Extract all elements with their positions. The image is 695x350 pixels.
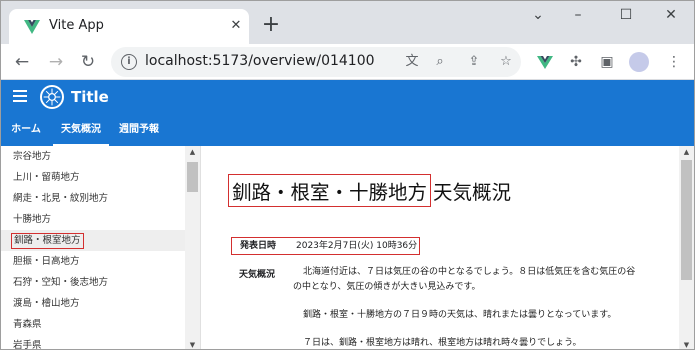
vue-devtools-icon[interactable] [536,53,554,71]
app-logo-icon [40,85,64,109]
region-list-item[interactable]: 胆振・日高地方 [1,251,185,272]
overview-paragraph: 釧路・根室・十勝地方の７日９時の天気は、晴れまたは曇りとなっています。 [303,310,617,320]
main-scrollbar[interactable]: ▲ ▼ [679,146,694,349]
region-list-item[interactable]: 上川・留萌地方 [1,167,185,188]
browser-window: Vite App ✕ + ⌄ – ☐ ✕ ← → ↻ i 文 ⌕ ⇪ ☆ ✣ ▣… [0,0,695,350]
zoom-icon[interactable]: ⌕ [431,53,449,71]
tab-strip: Vite App ✕ + ⌄ – ☐ ✕ [1,1,694,44]
share-icon[interactable]: ⇪ [465,53,483,71]
tab-weekly-forecast[interactable]: 週間予報 [111,116,167,146]
sidebar-scroll-thumb[interactable] [187,162,198,192]
new-tab-icon[interactable]: + [259,14,283,38]
back-arrow-icon[interactable]: ← [9,49,35,75]
translate-icon[interactable]: 文 [403,53,421,71]
scroll-up-icon[interactable]: ▲ [679,146,694,158]
close-tab-icon[interactable]: ✕ [227,17,245,35]
tab-weather-overview[interactable]: 天気概況 [53,116,109,146]
forward-arrow-icon[interactable]: → [43,49,69,75]
title-suffix: 天気概況 [433,181,512,204]
reload-icon[interactable]: ↻ [75,49,101,75]
overview-label: 天気概況 [239,270,276,280]
info-icon[interactable]: i [121,54,137,70]
overview-paragraph: ７日は、釧路・根室地方は晴れ、根室地方は晴れ時々曇りでしょう。 [303,338,582,348]
main-scroll-thumb[interactable] [681,160,692,280]
region-sidebar: 宗谷地方 上川・留萌地方 網走・北見・紋別地方 十勝地方 釧路・根室地方 胆振・… [1,146,201,349]
datetime-value: 2023年2月7日(火) 10時36分 [296,241,418,251]
minimize-icon[interactable]: – [563,7,593,27]
scroll-down-icon[interactable]: ▼ [185,339,200,349]
region-list: 宗谷地方 上川・留萌地方 網走・北見・紋別地方 十勝地方 釧路・根室地方 胆振・… [1,146,185,349]
issue-datetime: 発表日時 2023年2月7日(火) 10時36分 [231,237,420,255]
page-title: 釧路・根室・十勝地方 天気概況 [228,174,511,207]
chevron-down-icon[interactable]: ⌄ [523,7,553,27]
tab-home[interactable]: ホーム [1,116,51,146]
address-bar[interactable]: i 文 ⌕ ⇪ ☆ [111,47,521,77]
more-menu-icon[interactable]: ⋮ [665,53,683,71]
extensions-puzzle-icon[interactable]: ✣ [567,53,585,71]
url-input[interactable] [145,53,395,69]
side-panel-icon[interactable]: ▣ [598,53,616,71]
region-list-item-selected[interactable]: 釧路・根室地方 [1,230,185,251]
scroll-down-icon[interactable]: ▼ [679,339,694,349]
close-window-icon[interactable]: ✕ [656,7,686,27]
region-list-item[interactable]: 宗谷地方 [1,146,185,167]
maximize-icon[interactable]: ☐ [611,7,641,27]
sidebar-scrollbar[interactable]: ▲ ▼ [185,146,200,349]
hamburger-menu-icon[interactable] [13,90,27,104]
datetime-label: 発表日時 [240,241,277,251]
region-list-item[interactable]: 網走・北見・紋別地方 [1,188,185,209]
region-list-item[interactable]: 青森県 [1,314,185,335]
overview-paragraph: 北海道付近は、７日は気圧の谷の中となるでしょう。８日は低気圧を含む気圧の谷の中と… [293,267,636,292]
region-list-item[interactable]: 十勝地方 [1,209,185,230]
region-list-item[interactable]: 渡島・檜山地方 [1,293,185,314]
vite-favicon-icon [24,20,40,34]
app-title: Title [71,88,109,106]
bookmark-star-icon[interactable]: ☆ [497,53,515,71]
overview-text: 北海道付近は、７日は気圧の谷の中となるでしょう。８日は低気圧を含む気圧の谷の中と… [293,265,638,349]
scroll-up-icon[interactable]: ▲ [185,146,200,158]
app-bar: Title [1,80,694,116]
tab-title: Vite App [49,18,104,33]
main-content: 釧路・根室・十勝地方 天気概況 発表日時 2023年2月7日(火) 10時36分 … [201,146,694,349]
region-list-item[interactable]: 石狩・空知・後志地方 [1,272,185,293]
nav-tabs: ホーム 天気概況 週間予報 [1,116,694,146]
browser-toolbar: ← → ↻ i 文 ⌕ ⇪ ☆ ✣ ▣ ⋮ [1,44,694,80]
browser-tab[interactable]: Vite App ✕ [9,9,249,44]
region-name: 釧路・根室・十勝地方 [228,174,432,207]
profile-avatar-icon[interactable] [629,52,649,72]
region-list-item[interactable]: 岩手県 [1,335,185,349]
